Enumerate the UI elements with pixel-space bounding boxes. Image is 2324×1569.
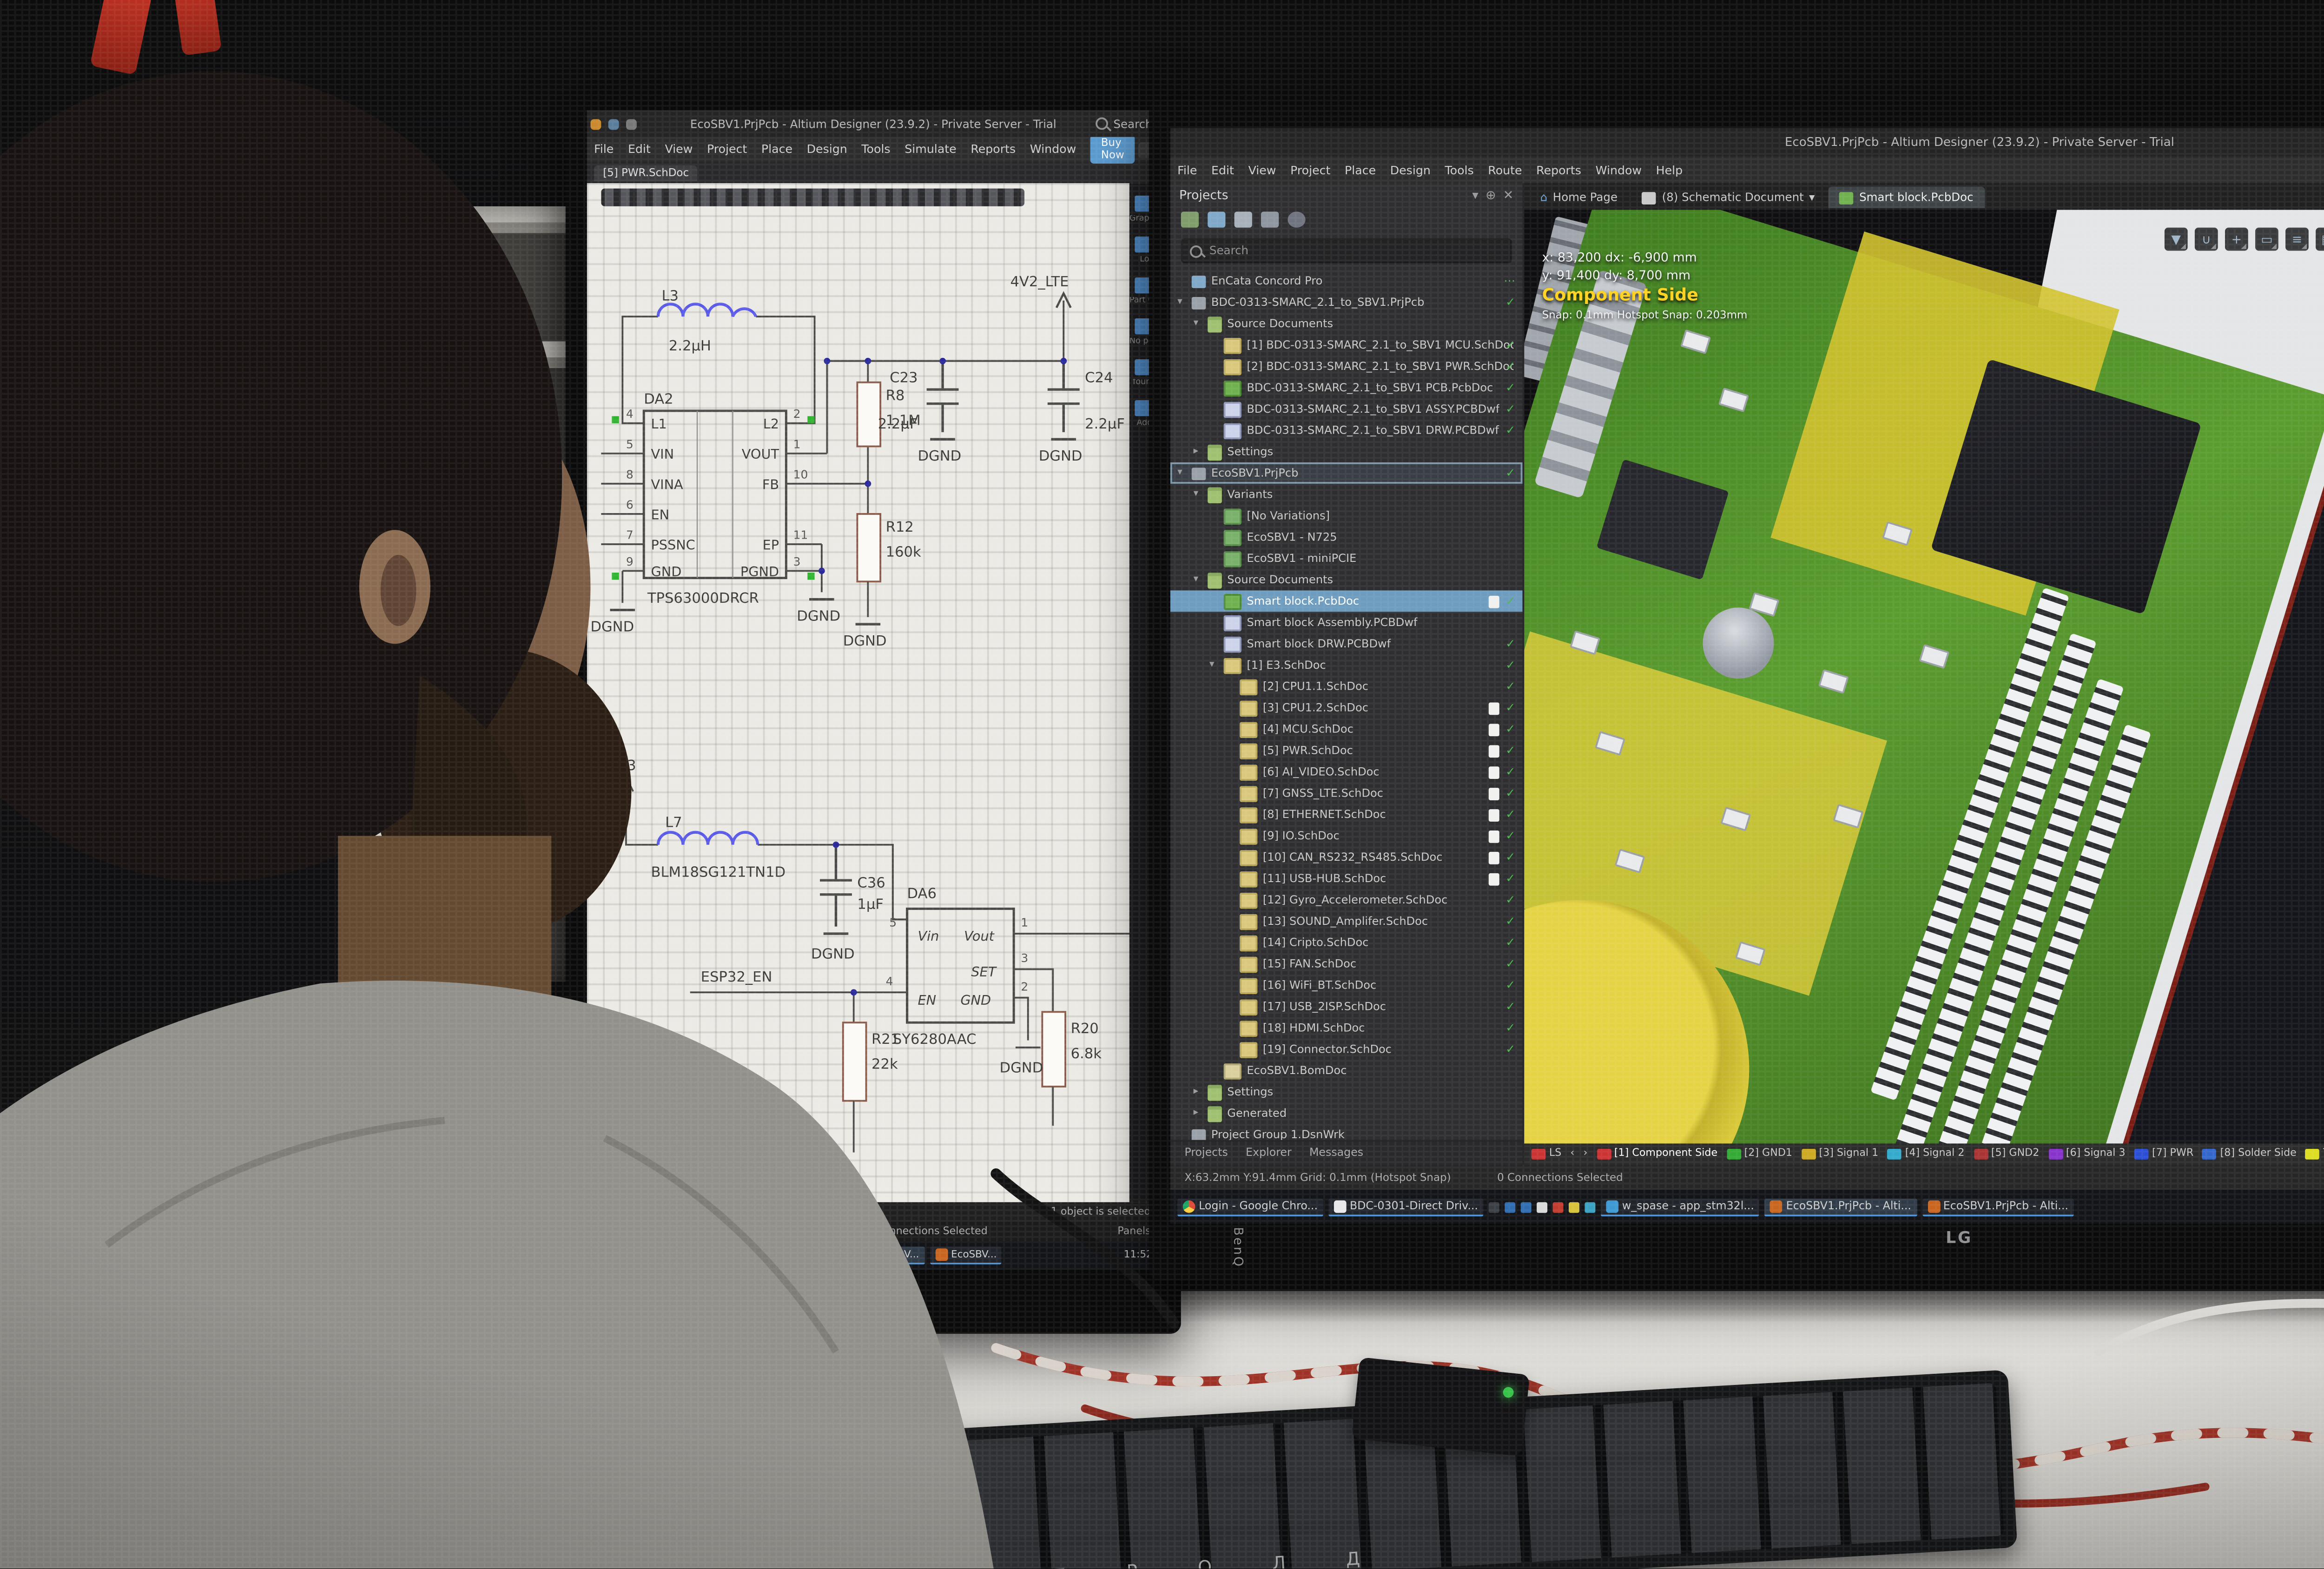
keycap-letter[interactable]: Л [1272, 1555, 1286, 1569]
person-silhouette [0, 0, 1245, 1569]
workspace-photo: EcoSBV1.PrjPcb - Altium Designer (23.9.2… [0, 0, 2324, 1569]
keycap-letter[interactable]: Д [1346, 1550, 1360, 1569]
power-led [1502, 1386, 1514, 1398]
